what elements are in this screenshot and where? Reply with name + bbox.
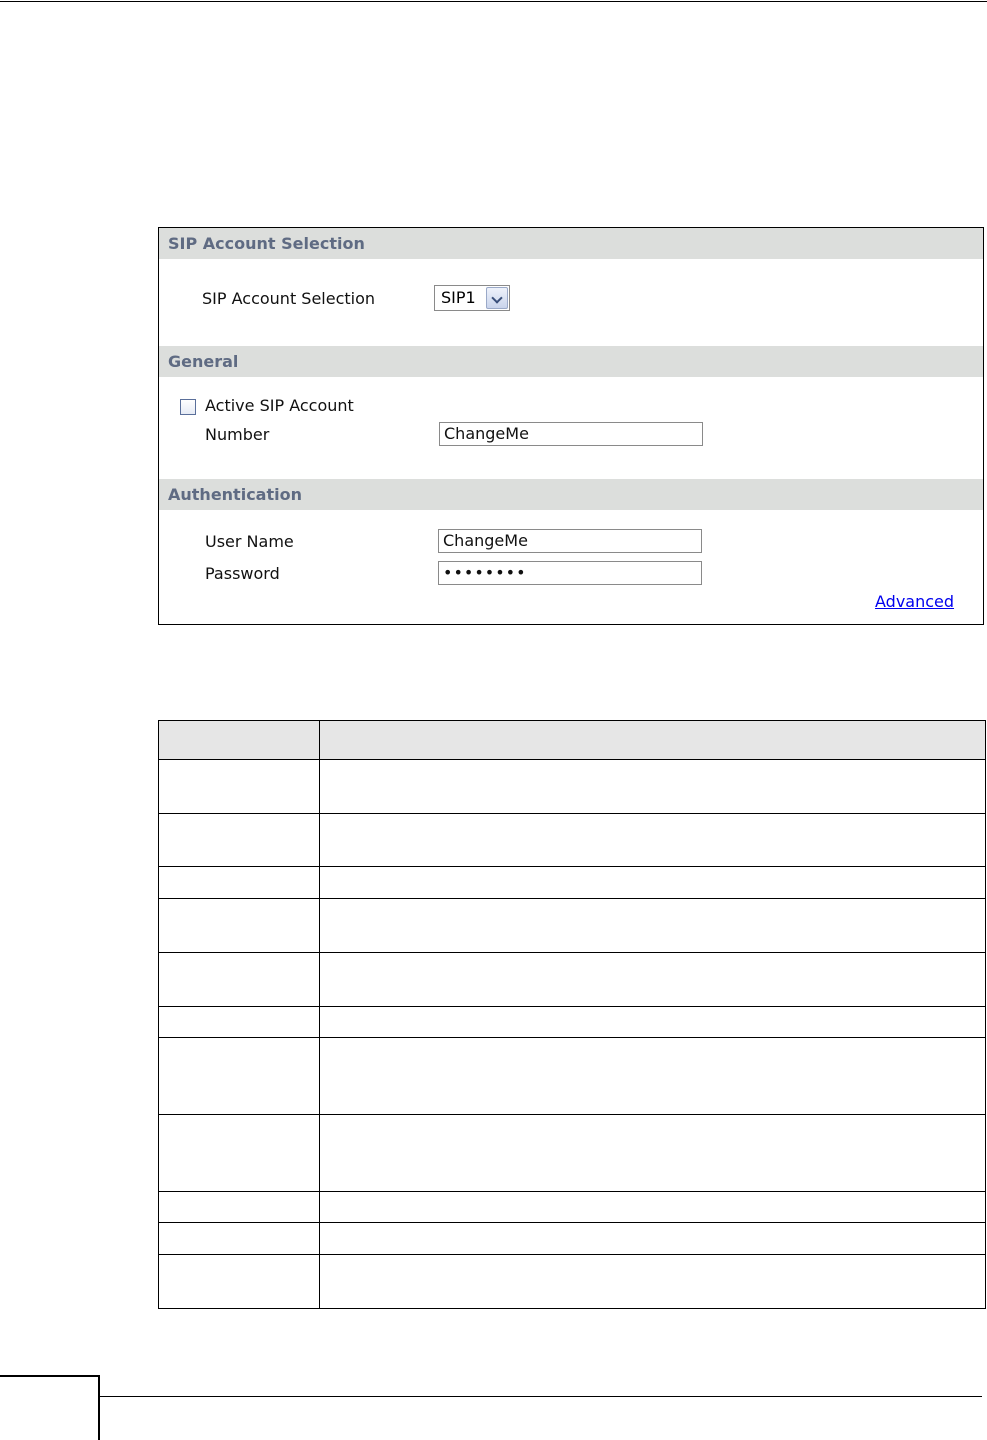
table-header-cell	[319, 720, 986, 760]
table-row	[158, 952, 986, 1007]
password-label: Password	[205, 564, 280, 583]
table-row	[158, 1037, 986, 1115]
table-cell-description	[319, 898, 986, 953]
table-cell-description	[319, 1114, 986, 1192]
user-name-label: User Name	[205, 532, 294, 551]
table-cell-description	[319, 759, 986, 814]
table-row	[158, 866, 986, 899]
sip-account-select-value: SIP1	[441, 288, 476, 307]
sip-account-panel: SIP Account Selection SIP Account Select…	[158, 227, 984, 625]
number-label: Number	[205, 425, 270, 444]
number-field[interactable]: ChangeMe	[439, 422, 703, 446]
table-cell-label	[158, 866, 320, 899]
table-cell-label	[158, 759, 320, 814]
table-cell-description	[319, 952, 986, 1007]
table-row	[158, 898, 986, 953]
table-cell-label	[158, 813, 320, 867]
table-cell-description	[319, 866, 986, 899]
section-header-general: General	[159, 346, 983, 377]
page-number-box	[0, 1375, 100, 1440]
description-table	[158, 720, 986, 1309]
table-cell-description	[319, 1254, 986, 1309]
table-cell-description	[319, 1191, 986, 1223]
table-cell-description	[319, 813, 986, 867]
table-cell-label	[158, 1006, 320, 1038]
advanced-link[interactable]: Advanced	[875, 592, 954, 612]
table-cell-description	[319, 1037, 986, 1115]
table-cell-label	[158, 1254, 320, 1309]
section-header-authentication: Authentication	[159, 479, 983, 510]
footer-rule	[100, 1396, 982, 1397]
table-row	[158, 759, 986, 814]
table-header-row	[158, 720, 986, 760]
table-row	[158, 1254, 986, 1309]
section-header-sip-account-selection: SIP Account Selection	[159, 228, 983, 259]
table-cell-label	[158, 1037, 320, 1115]
table-cell-description	[319, 1222, 986, 1255]
table-row	[158, 1191, 986, 1223]
table-cell-label	[158, 1114, 320, 1192]
table-row	[158, 1222, 986, 1255]
table-cell-label	[158, 1191, 320, 1223]
password-field[interactable]: ••••••••	[438, 561, 702, 585]
table-cell-label	[158, 952, 320, 1007]
chevron-down-icon[interactable]	[486, 287, 508, 309]
top-rule	[0, 1, 987, 2]
user-name-field[interactable]: ChangeMe	[438, 529, 702, 553]
table-row	[158, 1006, 986, 1038]
table-header-cell	[158, 720, 320, 760]
table-row	[158, 1114, 986, 1192]
active-sip-account-label: Active SIP Account	[205, 396, 354, 415]
table-cell-description	[319, 1006, 986, 1038]
sip-account-selection-label: SIP Account Selection	[202, 289, 376, 308]
table-cell-label	[158, 898, 320, 953]
table-cell-label	[158, 1222, 320, 1255]
table-row	[158, 813, 986, 867]
active-sip-account-checkbox[interactable]	[180, 399, 196, 415]
sip-account-select[interactable]: SIP1	[434, 285, 510, 311]
